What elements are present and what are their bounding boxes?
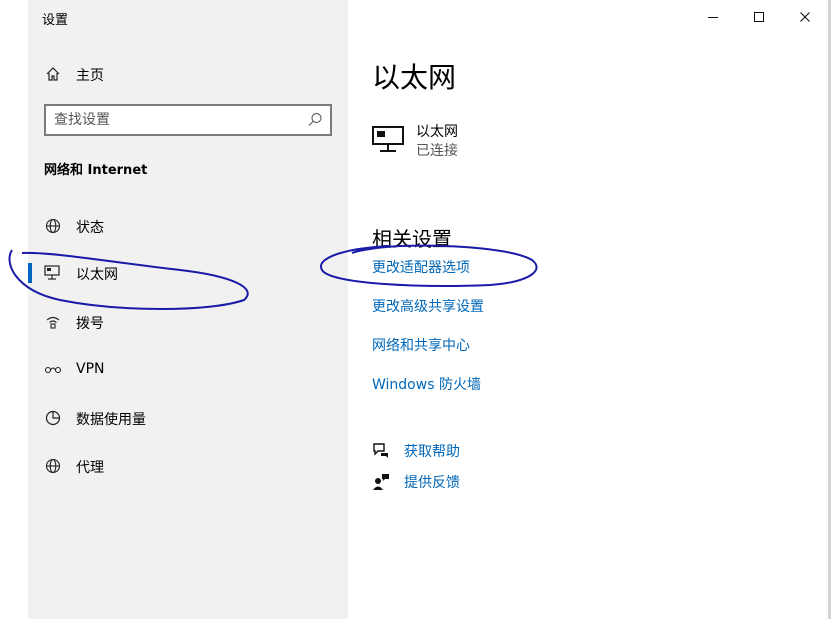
help-chat-icon [372, 442, 390, 460]
section-title: 网络和 Internet [44, 163, 148, 178]
dialup-icon [44, 314, 62, 330]
globe-proxy-icon [44, 458, 62, 474]
maximize-button[interactable] [736, 0, 782, 34]
minimize-icon [707, 8, 719, 27]
windows-firewall-link[interactable]: Windows 防火墙 [372, 374, 481, 394]
home-icon [44, 66, 62, 82]
get-help-row[interactable]: 获取帮助 [372, 440, 572, 462]
data-usage-icon [44, 410, 62, 426]
sidebar-item-label: 代理 [76, 460, 104, 476]
get-help-link[interactable]: 获取帮助 [404, 441, 460, 461]
page-title: 以太网 [372, 61, 457, 94]
main-panel: 以太网 以太网 已连接 相关设置 更改适配器选项 更改高级共享设置 网络和共享中… [348, 0, 828, 619]
change-adapter-options-link[interactable]: 更改适配器选项 [372, 257, 470, 277]
globe-status-icon [44, 218, 62, 234]
app-title: 设置 [42, 13, 69, 28]
ethernet-adapter-icon [372, 124, 408, 154]
adapter-name: 以太网 [416, 124, 458, 140]
network-sharing-center-link[interactable]: 网络和共享中心 [372, 335, 470, 355]
sidebar-item-label: 数据使用量 [76, 412, 146, 428]
sidebar: 设置 主页 网络和 Internet 状态 以太网 拨号 [28, 0, 348, 619]
sidebar-item-status[interactable]: 状态 [28, 206, 348, 246]
ethernet-icon [44, 265, 62, 281]
background-strip [0, 0, 28, 619]
minimize-button[interactable] [690, 0, 736, 34]
maximize-icon [753, 8, 765, 27]
search-input[interactable] [54, 111, 294, 129]
sidebar-item-dialup[interactable]: 拨号 [28, 302, 348, 342]
sidebar-item-home[interactable]: 主页 [28, 54, 348, 94]
sidebar-item-label: 以太网 [76, 267, 118, 283]
search-icon[interactable] [306, 111, 324, 129]
feedback-row[interactable]: 提供反馈 [372, 471, 572, 493]
related-settings-title: 相关设置 [372, 227, 452, 251]
close-button[interactable] [782, 0, 828, 34]
sidebar-item-label: 状态 [76, 220, 104, 236]
selection-indicator [28, 263, 32, 283]
sidebar-item-ethernet[interactable]: 以太网 [28, 253, 348, 293]
adapter-status: 已连接 [416, 143, 458, 159]
sidebar-item-data-usage[interactable]: 数据使用量 [28, 398, 348, 438]
advanced-sharing-link[interactable]: 更改高级共享设置 [372, 296, 484, 316]
adapter-card[interactable]: 以太网 已连接 [372, 120, 572, 160]
sidebar-item-proxy[interactable]: 代理 [28, 446, 348, 486]
feedback-icon [372, 473, 390, 491]
feedback-link[interactable]: 提供反馈 [404, 472, 460, 492]
sidebar-item-label: 主页 [76, 68, 104, 84]
sidebar-item-label: 拨号 [76, 316, 104, 332]
search-box[interactable] [44, 104, 332, 136]
sidebar-item-vpn[interactable]: VPN [28, 350, 348, 390]
close-icon [799, 8, 811, 27]
vpn-icon [44, 362, 62, 378]
sidebar-item-label: VPN [76, 361, 105, 377]
